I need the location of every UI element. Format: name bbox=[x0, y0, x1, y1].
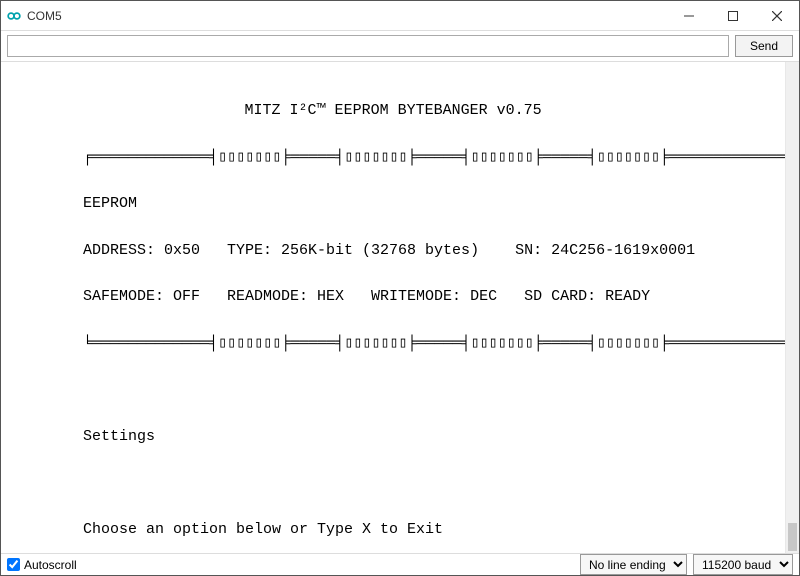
titlebar: COM5 bbox=[1, 1, 799, 31]
line-ending-select[interactable]: No line ending bbox=[580, 554, 687, 575]
app-title: MITZ I²C™ EEPROM BYTEBANGER v0.75 bbox=[1, 99, 785, 122]
scrollbar[interactable] bbox=[785, 62, 799, 553]
border-bottom: ╘═════════════╡▯▯▯▯▯▯▯╞═════╡▯▯▯▯▯▯▯╞═══… bbox=[1, 332, 785, 355]
terminal-area: MITZ I²C™ EEPROM BYTEBANGER v0.75 ╒═════… bbox=[1, 62, 799, 553]
close-button[interactable] bbox=[755, 1, 799, 31]
scrollbar-thumb[interactable] bbox=[788, 523, 797, 551]
minimize-icon bbox=[684, 11, 694, 21]
menu-prompt: Choose an option below or Type X to Exit bbox=[1, 518, 785, 541]
bottom-bar: Autoscroll No line ending 115200 baud bbox=[1, 553, 799, 575]
send-button[interactable]: Send bbox=[735, 35, 793, 57]
status-line-1: EEPROM bbox=[1, 192, 785, 215]
status-line-3: SAFEMODE: OFF READMODE: HEX WRITEMODE: D… bbox=[1, 285, 785, 308]
arduino-icon bbox=[7, 9, 21, 23]
serial-input[interactable] bbox=[7, 35, 729, 57]
autoscroll-checkbox[interactable]: Autoscroll bbox=[7, 558, 77, 572]
status-line-2: ADDRESS: 0x50 TYPE: 256K-bit (32768 byte… bbox=[1, 239, 785, 262]
window-title: COM5 bbox=[27, 9, 62, 23]
baud-select[interactable]: 115200 baud bbox=[693, 554, 793, 575]
blank bbox=[1, 378, 785, 401]
border-top: ╒═════════════╡▯▯▯▯▯▯▯╞═════╡▯▯▯▯▯▯▯╞═══… bbox=[1, 146, 785, 169]
maximize-button[interactable] bbox=[711, 1, 755, 31]
send-row: Send bbox=[1, 31, 799, 62]
autoscroll-input[interactable] bbox=[7, 558, 20, 571]
serial-output: MITZ I²C™ EEPROM BYTEBANGER v0.75 ╒═════… bbox=[1, 62, 785, 553]
scrollbar-track[interactable] bbox=[786, 62, 799, 553]
section-title: Settings bbox=[1, 425, 785, 448]
minimize-button[interactable] bbox=[667, 1, 711, 31]
close-icon bbox=[772, 11, 782, 21]
autoscroll-label: Autoscroll bbox=[24, 558, 77, 572]
blank bbox=[1, 471, 785, 494]
maximize-icon bbox=[728, 11, 738, 21]
